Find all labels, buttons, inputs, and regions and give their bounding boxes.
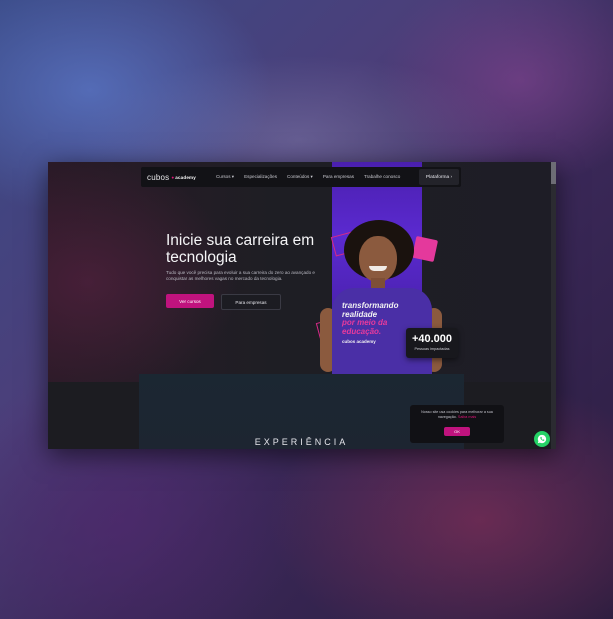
nav-item-cursos[interactable]: Cursos ▾: [216, 174, 234, 180]
for-companies-button[interactable]: Para empresas: [221, 294, 281, 310]
nav-item-especializacoes[interactable]: Especializações: [244, 174, 277, 180]
nav-menu: Cursos ▾ Especializações Conteúdos ▾ Par…: [216, 174, 400, 180]
whatsapp-icon[interactable]: [534, 431, 550, 447]
nav-item-trabalhe-conosco[interactable]: Trabalhe conosco: [364, 174, 400, 180]
cookie-banner: Nosso site usa cookies para melhorar a s…: [410, 405, 504, 443]
cookie-learn-more-link[interactable]: Saiba mais: [458, 415, 476, 419]
cubos-academy-logo[interactable]: cubos ●academy: [147, 173, 196, 182]
cookie-ok-button[interactable]: OK: [444, 427, 470, 436]
nav-item-conteudos[interactable]: Conteúdos ▾: [287, 174, 313, 180]
top-navbar: cubos ●academy Cursos ▾ Especializações …: [141, 167, 461, 187]
browser-window: transformando realidade por meio da educ…: [48, 162, 556, 449]
page-scrollbar[interactable]: [551, 162, 556, 449]
stat-label: Pessoas impactadas: [414, 347, 450, 351]
stat-card: +40.000 Pessoas impactadas: [406, 328, 458, 358]
scrollbar-thumb[interactable]: [551, 162, 556, 184]
platform-button[interactable]: Plataforma ›: [419, 169, 459, 185]
stat-value: +40.000: [411, 333, 453, 345]
hero-headline: Inicie sua carreira em tecnologia: [166, 232, 315, 266]
hero-subtext: Tudo que você precisa para evoluir a sua…: [166, 270, 315, 282]
see-courses-button[interactable]: Ver cursos: [166, 294, 214, 308]
nav-item-para-empresas[interactable]: Para empresas: [323, 174, 354, 180]
